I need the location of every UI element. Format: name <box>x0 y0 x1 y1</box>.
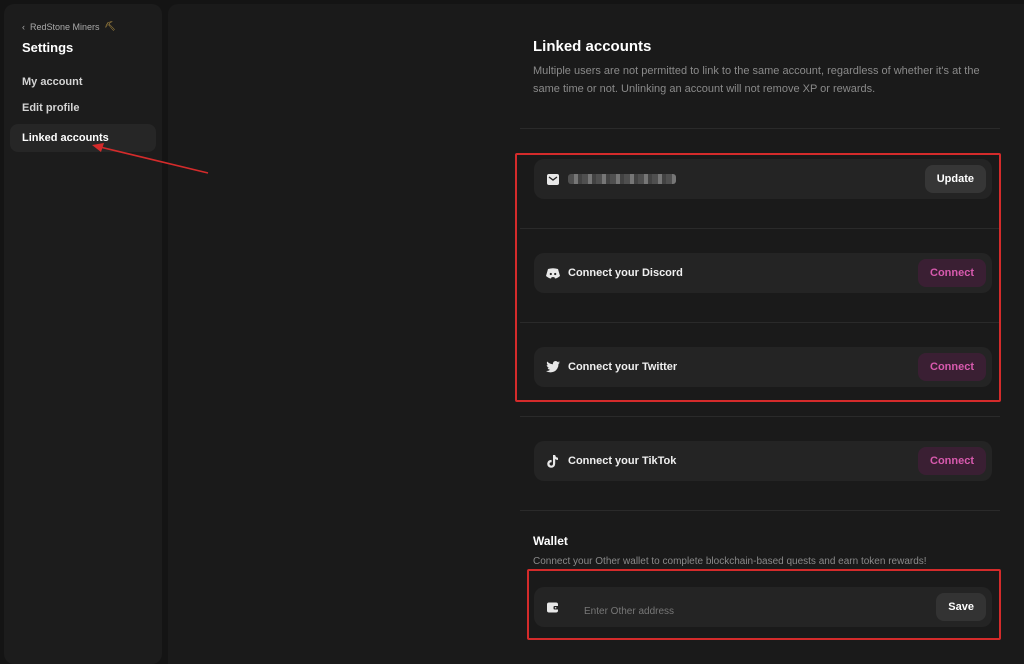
annotation-arrow <box>92 143 209 174</box>
